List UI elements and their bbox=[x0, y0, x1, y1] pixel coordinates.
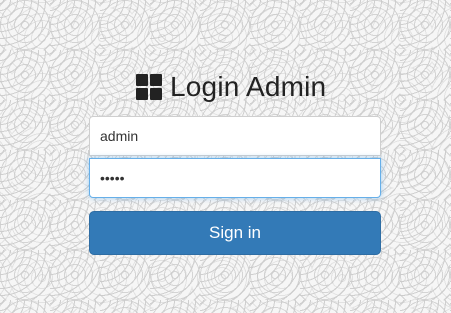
dashboard-grid-icon bbox=[136, 74, 162, 100]
page-title-text: Login Admin bbox=[170, 71, 327, 102]
background-pattern bbox=[0, 0, 451, 313]
page-title: Login Admin bbox=[136, 70, 326, 104]
sign-in-button[interactable]: Sign in bbox=[89, 211, 381, 255]
password-input[interactable]: ••••• bbox=[89, 158, 381, 198]
login-page: Login Admin admin ••••• Sign in bbox=[0, 0, 451, 313]
username-input[interactable]: admin bbox=[89, 116, 381, 156]
